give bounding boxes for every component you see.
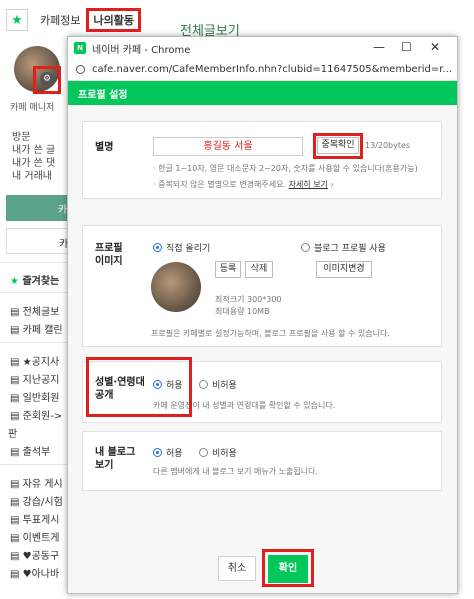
manager-label: 카페 매니저: [10, 103, 55, 113]
write-button[interactable]: 카: [6, 195, 70, 221]
minimize-icon[interactable]: —: [373, 40, 385, 54]
menu-item[interactable]: ▤ 투표게시: [10, 511, 59, 526]
menu-item[interactable]: ▤ 전체글보: [10, 303, 59, 318]
gender-label-highlight: [86, 357, 192, 417]
nickname-rule-note: · 한글 1~10자, 영문 대소문자 2~20자, 숫자를 사용할 수 있습니…: [153, 164, 418, 173]
window-titlebar: N 네이버 카페 - Chrome — ☐ ✕: [68, 37, 457, 59]
menu-item[interactable]: ▤ 이벤트게: [10, 529, 59, 544]
radio-empty-icon: [199, 448, 208, 457]
divider: [0, 342, 70, 343]
menu-item[interactable]: 판: [8, 425, 17, 440]
blog-view-section: 내 블로그 보기 허용 비허용 다른 멤버에게 내 블로그 보기 메뉴가 노출됩니…: [82, 431, 442, 491]
profile-image-label: 프로필 이미지: [95, 243, 123, 267]
menu-item[interactable]: ▤ ♥아나바: [10, 565, 59, 580]
stats-list: 방문 내가 쓴 글 내가 쓴 댓 내 거래내: [12, 128, 55, 182]
blog-view-label: 내 블로그 보기: [95, 447, 136, 471]
radio-gender-deny[interactable]: 비허용: [199, 378, 237, 391]
radio-empty-icon: [199, 380, 208, 389]
details-link[interactable]: 자세히 보기: [289, 180, 328, 189]
radio-selected-icon: [153, 448, 162, 457]
chat-button[interactable]: 카: [6, 228, 70, 254]
duplicate-check-button[interactable]: 중복확인: [317, 137, 359, 154]
window-title: 네이버 카페 - Chrome: [92, 44, 191, 56]
star-icon[interactable]: ★: [6, 9, 28, 31]
blog-view-note: 다른 멤버에게 내 블로그 보기 메뉴가 노출됩니다.: [153, 467, 318, 476]
profile-popup-window: N 네이버 카페 - Chrome — ☐ ✕ cafe.naver.com/C…: [67, 36, 458, 594]
divider: [0, 464, 70, 465]
radio-direct-upload[interactable]: 직접 올리기: [153, 241, 210, 254]
menu-item[interactable]: ▤ ★공지사: [10, 353, 59, 368]
favorites-title: ★ 즐겨찾는: [10, 276, 60, 287]
delete-button[interactable]: 삭제: [245, 261, 273, 278]
tab-my-activity[interactable]: 나의활동: [86, 8, 141, 32]
stat-my-comments[interactable]: 내가 쓴 댓: [12, 154, 55, 169]
close-icon[interactable]: ✕: [430, 40, 440, 54]
address-bar[interactable]: cafe.naver.com/CafeMemberInfo.nhn?clubid…: [68, 59, 457, 81]
menu-item[interactable]: ▤ 자유 게시: [10, 475, 63, 490]
popup-header: 프로필 설정: [68, 81, 457, 105]
nickname-input[interactable]: 홍길동 서울: [153, 137, 303, 156]
radio-selected-icon: [153, 243, 162, 252]
nickname-label: 별명: [95, 142, 114, 153]
menu-item[interactable]: ▤ 카페 캘린: [10, 321, 63, 336]
profile-image-note: 프로필은 카페별로 설정가능하며, 블로그 프로필을 사용 할 수 있습니다.: [151, 329, 390, 338]
profile-thumbnail: [151, 262, 201, 312]
menu-item[interactable]: ▤ 강습/시험: [10, 493, 63, 508]
optimal-size-note: 최적크기 300*300: [215, 295, 282, 304]
stat-my-posts[interactable]: 내가 쓴 글: [12, 141, 55, 156]
profile-form: 별명 홍길동 서울 중복확인 13/20bytes · 한글 1~10자, 영문…: [68, 105, 457, 593]
menu-item[interactable]: ▤ 준회원->: [10, 407, 62, 422]
lock-icon: [76, 65, 85, 74]
naver-cafe-icon: N: [74, 42, 86, 54]
cafe-tabs: ★ 카페정보 나의활동: [6, 8, 141, 32]
maximize-icon[interactable]: ☐: [401, 40, 412, 54]
max-size-note: 최대용량 10MB: [215, 307, 270, 316]
change-image-button[interactable]: 이미지변경: [316, 261, 372, 278]
tab-cafe-info[interactable]: 카페정보: [34, 9, 86, 31]
divider: [0, 292, 70, 293]
nickname-section: 별명 홍길동 서울 중복확인 13/20bytes · 한글 1~10자, 영문…: [82, 121, 442, 199]
cancel-button[interactable]: 취소: [218, 556, 256, 581]
register-button[interactable]: 등록: [215, 261, 241, 278]
radio-blog-profile[interactable]: 블로그 프로필 사용: [301, 241, 386, 254]
radio-blog-allow[interactable]: 허용: [153, 446, 183, 459]
menu-item[interactable]: ▤ 출석부: [10, 443, 50, 458]
divider: [0, 262, 70, 263]
radio-empty-icon: [301, 243, 310, 252]
gear-highlight-box: [33, 66, 61, 94]
menu-item[interactable]: ▤ 일반회원: [10, 389, 59, 404]
nickname-change-note: · 중복되지 않은 별명으로 변경해주세요. 자세히 보기 ›: [153, 180, 334, 189]
menu-item[interactable]: ▤ ♥공동구: [10, 547, 59, 562]
stat-visit: 방문: [12, 132, 31, 143]
confirm-button[interactable]: 확인: [268, 555, 308, 583]
profile-image-section: 프로필 이미지 직접 올리기 블로그 프로필 사용 등록 삭제 이미지변경 최적크…: [82, 225, 442, 347]
stat-my-trades[interactable]: 내 거래내: [12, 167, 55, 182]
url-text: cafe.naver.com/CafeMemberInfo.nhn?clubid…: [92, 64, 452, 75]
radio-blog-deny[interactable]: 비허용: [199, 446, 237, 459]
byte-counter: 13/20bytes: [365, 141, 411, 150]
menu-item[interactable]: ▤ 지난공지: [10, 371, 59, 386]
